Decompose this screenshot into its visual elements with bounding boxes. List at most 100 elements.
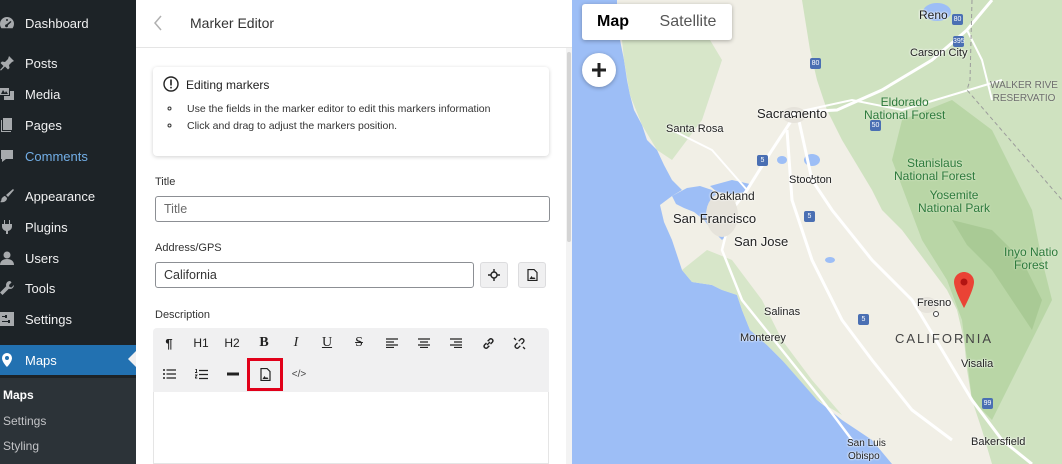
sidebar-item-label: Maps <box>25 352 57 368</box>
region-text: Yosemite National Park <box>918 188 991 215</box>
submenu-item-settings[interactable]: Settings <box>3 414 46 428</box>
align-center-button[interactable] <box>413 332 435 354</box>
region-text: Stanislaus National Forest <box>894 156 976 183</box>
description-editor-area[interactable] <box>153 392 549 464</box>
description-label: Description <box>155 309 211 321</box>
strikethrough-button[interactable]: S <box>348 332 370 354</box>
settings-icon <box>0 310 18 328</box>
notice-item: Use the fields in the marker editor to e… <box>181 103 490 115</box>
map-type-map-button[interactable]: Map <box>582 4 644 40</box>
sidebar-item-appearance[interactable]: Appearance <box>0 181 136 211</box>
horizontal-rule-icon <box>227 372 239 376</box>
info-icon <box>163 76 179 92</box>
google-map[interactable]: Map Satellite Reno Carson City Sacrament… <box>572 0 1062 464</box>
align-left-button[interactable] <box>381 332 403 354</box>
city-label-san-francisco: San Francisco <box>673 211 757 226</box>
highway-shield: 80 <box>810 58 821 69</box>
submenu-item-maps[interactable]: Maps <box>3 388 34 402</box>
link-button[interactable] <box>477 332 499 354</box>
numbered-list-button[interactable] <box>190 363 212 385</box>
highway-shield: 5 <box>858 314 869 325</box>
sidebar-item-label: Comments <box>25 148 88 164</box>
notice-title: Editing markers <box>186 78 270 92</box>
bullet-list-button[interactable] <box>158 363 180 385</box>
heading1-button[interactable]: H1 <box>189 332 213 354</box>
map-type-control: Map Satellite <box>582 4 732 40</box>
users-icon <box>0 249 18 267</box>
image-file-icon <box>526 269 538 281</box>
sidebar-item-comments[interactable]: Comments <box>0 141 136 171</box>
sidebar-item-users[interactable]: Users <box>0 243 136 273</box>
media-icon <box>0 85 18 103</box>
sidebar-item-label: Pages <box>25 117 62 133</box>
back-button[interactable] <box>150 14 166 32</box>
city-label-san-luis: San Luis <box>847 438 886 449</box>
city-label-obispo: Obispo <box>848 451 880 462</box>
region-label-eldorado: Eldorado National Forest <box>864 96 945 122</box>
sidebar-item-posts[interactable]: Posts <box>0 48 136 78</box>
code-view-button[interactable]: </> <box>288 363 310 385</box>
wrench-icon <box>0 279 18 297</box>
heading2-button[interactable]: H2 <box>220 332 244 354</box>
plugin-icon <box>0 218 18 236</box>
sidebar-item-dashboard[interactable]: Dashboard <box>0 8 136 38</box>
sidebar-item-media[interactable]: Media <box>0 79 136 109</box>
insert-image-button[interactable] <box>247 358 283 391</box>
sidebar-item-plugins[interactable]: Plugins <box>0 212 136 242</box>
highway-shield: 395 <box>953 36 965 47</box>
plus-icon <box>592 63 606 77</box>
city-marker-sacramento <box>791 111 797 117</box>
rich-text-toolbar: ¶ H1 H2 B I U S </> <box>153 328 549 392</box>
highway-shield: 99 <box>982 398 993 409</box>
chevron-left-icon <box>154 15 162 31</box>
city-label-santa-rosa: Santa Rosa <box>666 123 724 135</box>
title-input[interactable] <box>155 196 550 222</box>
sidebar-item-label: Media <box>25 86 61 102</box>
unlink-icon <box>513 337 525 349</box>
region-label-yosemite: Yosemite National Park <box>918 189 990 215</box>
sidebar-item-settings[interactable]: Settings <box>0 304 136 334</box>
sidebar-item-pages[interactable]: Pages <box>0 110 136 140</box>
align-right-button[interactable] <box>445 332 467 354</box>
address-image-button[interactable] <box>518 262 546 288</box>
underline-button[interactable]: U <box>316 332 338 354</box>
bullet-list-icon <box>162 369 176 379</box>
align-right-icon <box>450 338 462 348</box>
region-text: Eldorado National Forest <box>864 95 946 122</box>
paragraph-button[interactable]: ¶ <box>158 332 180 354</box>
admin-sidebar: Dashboard Posts Media Pages Comments App… <box>0 0 136 464</box>
region-label-walker: WALKER RIVE RESERVATIO <box>990 79 1058 105</box>
city-label-fresno: Fresno <box>917 297 952 309</box>
city-label-salinas: Salinas <box>764 306 801 318</box>
unlink-button[interactable] <box>508 332 530 354</box>
address-label: Address/GPS <box>155 242 222 254</box>
comments-icon <box>0 147 18 165</box>
italic-button[interactable]: I <box>285 332 307 354</box>
scrollbar-thumb[interactable] <box>567 52 571 242</box>
numbered-list-icon <box>194 368 208 379</box>
pages-icon <box>0 116 18 134</box>
editor-header: Marker Editor <box>136 0 572 48</box>
locate-button[interactable] <box>480 262 508 288</box>
map-type-satellite-button[interactable]: Satellite <box>644 4 732 40</box>
pushpin-icon <box>0 54 18 72</box>
map-marker-pin-icon[interactable] <box>954 272 974 308</box>
align-center-icon <box>418 338 430 348</box>
city-marker-fresno <box>933 311 939 317</box>
marker-editor-panel: Marker Editor Editing markers Use the fi… <box>136 0 572 464</box>
highway-shield: 80 <box>952 14 963 25</box>
paintbrush-icon <box>0 187 18 205</box>
submenu-item-styling[interactable]: Styling <box>3 439 39 453</box>
title-label: Title <box>155 176 176 188</box>
editor-title: Marker Editor <box>190 15 275 31</box>
highway-shield: 50 <box>870 120 881 131</box>
align-left-icon <box>386 338 398 348</box>
address-input[interactable] <box>155 262 474 288</box>
sidebar-item-label: Tools <box>25 280 56 296</box>
zoom-in-button[interactable] <box>582 53 616 87</box>
sidebar-item-tools[interactable]: Tools <box>0 273 136 303</box>
sidebar-item-maps[interactable]: Maps <box>0 345 136 375</box>
horizontal-rule-button[interactable] <box>222 363 244 385</box>
notice-list: Use the fields in the marker editor to e… <box>163 103 490 137</box>
bold-button[interactable]: B <box>253 332 275 354</box>
